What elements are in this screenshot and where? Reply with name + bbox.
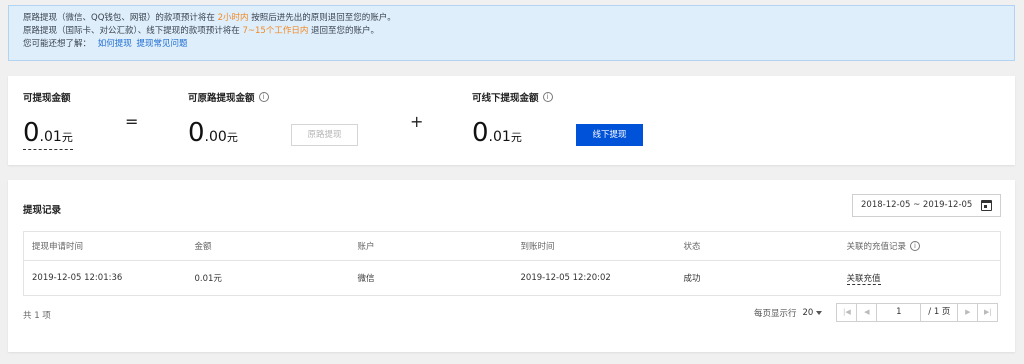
info-icon[interactable]: i	[542, 92, 553, 102]
column-header: 金额	[186, 231, 350, 261]
page-controls: |◀ ◀ 1 / 1 页 ▶ ▶|	[836, 303, 999, 322]
withdrawable-title: 可提现金额	[23, 93, 71, 104]
notice-line-3: 您可能还想了解： 如何提现 提现常见问题	[23, 39, 188, 49]
notice-banner: 原路提现（微信、QQ钱包、网银）的款项预计将在 2小时内 按照后进先出的原则退回…	[8, 5, 1015, 61]
offline-section: 可线下提现金额 i 0.01元	[472, 90, 553, 148]
date-range-picker[interactable]: 2018-12-05 ~ 2019-12-05	[852, 194, 1001, 217]
balance-card: 可提现金额 0.01元 = 可原路提现金额 i 0.00元 原路提现 + 可线下提…	[8, 76, 1015, 165]
equals-sign: =	[125, 112, 139, 131]
page-total: / 1 页	[928, 307, 951, 317]
column-header: 账户	[349, 231, 513, 261]
prev-page-icon[interactable]: ◀	[857, 304, 878, 321]
column-header: 提现申请时间	[23, 231, 187, 261]
account-cell: 微信	[349, 260, 513, 296]
plus-sign: +	[410, 112, 424, 131]
records-table: 提现申请时间 金额 账户 到账时间 状态 关联的充值记录 i 2019-12-05…	[23, 231, 1001, 296]
last-page-icon[interactable]: ▶|	[977, 304, 997, 321]
offline-amount: 0.01元	[472, 118, 522, 148]
calendar-icon	[981, 200, 992, 211]
page-number-input[interactable]: 1	[877, 304, 922, 321]
amount-cell: 0.01元	[186, 260, 350, 296]
total-count: 共 1 项	[23, 311, 51, 321]
offline-title: 可线下提现金额	[472, 93, 539, 104]
notice-line-2: 原路提现（国际卡、对公汇款）、线下提现的款项预计将在 7~15个工作日内 退回至…	[23, 26, 380, 36]
original-amount: 0.00元	[188, 118, 238, 148]
pagination: 每页显示行 20 |◀ ◀ 1 / 1 页 ▶ ▶|	[754, 303, 999, 322]
chevron-down-icon	[816, 310, 823, 315]
arrival-time-cell: 2019-12-05 12:20:02	[512, 260, 676, 296]
page-size-label: 每页显示行	[754, 308, 797, 319]
offline-withdraw-button[interactable]: 线下提现	[576, 124, 643, 146]
status-cell: 成功	[675, 260, 839, 296]
table-header-row: 提现申请时间 金额 账户 到账时间 状态 关联的充值记录 i	[23, 231, 1001, 261]
column-header: 关联的充值记录 i	[838, 231, 1001, 261]
page-size-select[interactable]: 20	[803, 308, 823, 318]
info-icon[interactable]: i	[910, 241, 921, 251]
column-header: 到账时间	[512, 231, 676, 261]
info-icon[interactable]: i	[258, 92, 269, 102]
notice-line-1: 原路提现（微信、QQ钱包、网银）的款项预计将在 2小时内 按照后进先出的原则退回…	[23, 13, 396, 23]
how-to-withdraw-link[interactable]: 如何提现	[98, 39, 132, 49]
apply-time-cell: 2019-12-05 12:01:36	[23, 260, 187, 296]
first-page-icon[interactable]: |◀	[837, 304, 858, 321]
withdrawable-amount[interactable]: 0.01元	[23, 118, 73, 150]
original-section: 可原路提现金额 i 0.00元	[188, 90, 269, 148]
notice-highlight-days: 7~15个工作日内	[242, 26, 309, 36]
next-page-icon[interactable]: ▶	[957, 304, 977, 321]
records-card: 提现记录 2018-12-05 ~ 2019-12-05 提现申请时间 金额 账…	[8, 180, 1015, 352]
related-recharge-link[interactable]: 关联充值	[846, 274, 881, 285]
withdrawable-section: 可提现金额 0.01元	[23, 90, 73, 150]
notice-highlight-time: 2小时内	[217, 13, 249, 23]
withdraw-faq-link[interactable]: 提现常见问题	[136, 39, 187, 49]
original-title: 可原路提现金额	[188, 93, 255, 104]
table-row: 2019-12-05 12:01:36 0.01元 微信 2019-12-05 …	[23, 260, 1001, 296]
column-header: 状态	[675, 231, 839, 261]
records-title: 提现记录	[23, 205, 62, 216]
original-withdraw-button[interactable]: 原路提现	[291, 124, 358, 146]
related-recharge-cell: 关联充值	[838, 260, 1001, 296]
date-range-value: 2018-12-05 ~ 2019-12-05	[861, 200, 973, 210]
